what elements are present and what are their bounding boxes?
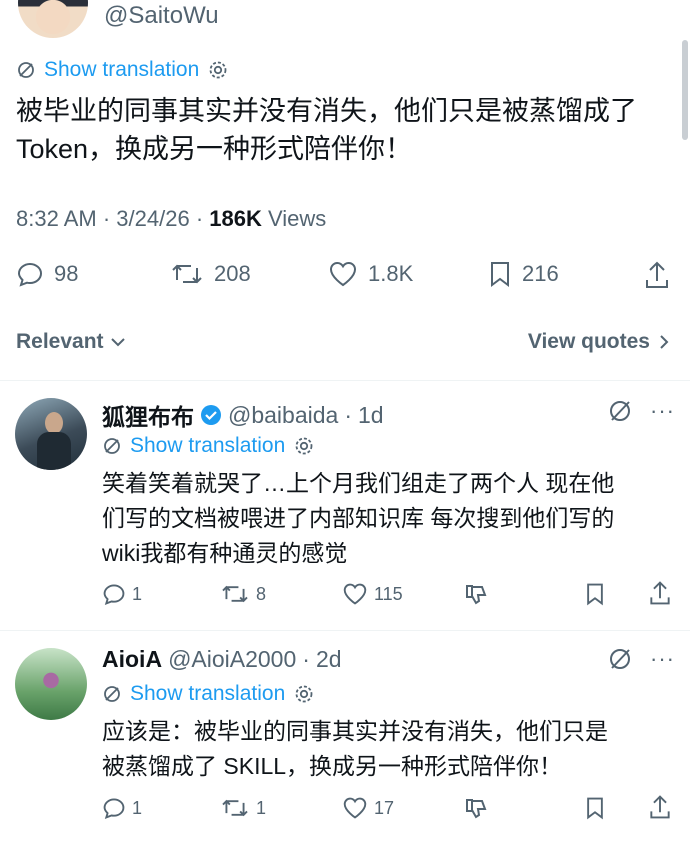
reply-button[interactable]: 1 xyxy=(102,796,142,820)
repost-button[interactable]: 208 xyxy=(170,260,251,288)
share-icon xyxy=(644,260,670,290)
reply-avatar[interactable] xyxy=(15,648,87,720)
heart-icon xyxy=(342,796,368,820)
view-quotes-link[interactable]: View quotes xyxy=(528,330,670,354)
like-count: 1.8K xyxy=(368,261,414,286)
bookmark-button[interactable]: 216 xyxy=(488,260,559,288)
repost-button[interactable]: 8 xyxy=(220,582,266,606)
share-icon xyxy=(648,580,672,606)
reply-age[interactable]: 2d xyxy=(316,646,342,673)
show-translation-label: Show translation xyxy=(44,58,200,81)
bookmark-count: 216 xyxy=(522,261,559,286)
reply-text: 笑着笑着就哭了…上个月我们组走了两个人 现在他 们写的文档被喂进了内部知识库 每… xyxy=(102,466,672,571)
reply-count: 1 xyxy=(132,797,143,818)
show-translation-label: Show translation xyxy=(130,434,286,457)
heart-icon xyxy=(328,260,358,288)
author-avatar[interactable] xyxy=(18,0,88,38)
gear-icon[interactable] xyxy=(293,435,315,457)
bookmark-button[interactable] xyxy=(584,796,606,820)
grok-translate-icon[interactable] xyxy=(606,646,634,672)
reply-button[interactable]: 98 xyxy=(16,260,78,288)
repost-icon xyxy=(220,796,250,820)
sort-label: Relevant xyxy=(16,330,104,353)
reply-button[interactable]: 1 xyxy=(102,582,142,606)
reply-header: AioiA @AioiA2000 · 2d xyxy=(102,646,342,673)
reply-icon xyxy=(102,582,126,606)
share-button[interactable] xyxy=(644,260,670,290)
views-label: Views xyxy=(268,206,327,231)
show-translation-link[interactable]: Show translation xyxy=(102,682,315,706)
reply-text-line: 被蒸馏成了 SKILL，换成另一种形式陪伴你！ xyxy=(102,753,563,779)
repost-button[interactable]: 1 xyxy=(220,796,266,820)
views-count: 186K xyxy=(209,206,262,231)
more-options-icon[interactable]: ··· xyxy=(650,646,675,672)
reply-header: 狐狸布布 @baibaida · 1d xyxy=(102,398,384,432)
like-button[interactable]: 115 xyxy=(342,582,403,606)
like-count: 17 xyxy=(374,797,395,818)
like-count: 115 xyxy=(374,583,403,604)
dislike-button[interactable] xyxy=(464,796,490,820)
bookmark-icon xyxy=(584,796,606,820)
verified-badge-icon xyxy=(200,404,222,426)
reply-author-handle[interactable]: @baibaida xyxy=(228,402,338,429)
bookmark-button[interactable] xyxy=(584,582,606,606)
reply-count: 1 xyxy=(132,583,143,604)
repost-count: 8 xyxy=(256,583,267,604)
repost-count: 1 xyxy=(256,797,267,818)
reply-text: 应该是：被毕业的同事其实并没有消失，他们只是 被蒸馏成了 SKILL，换成另一种… xyxy=(102,714,672,784)
post-text-line: 被毕业的同事其实并没有消失，他们只是被蒸馏成了 xyxy=(16,96,637,126)
author-handle[interactable]: @SaitoWu xyxy=(104,2,219,30)
show-translation-label: Show translation xyxy=(130,682,286,705)
thumbs-down-icon xyxy=(464,582,490,606)
repost-count: 208 xyxy=(214,261,251,286)
post-meta: 8:32 AM · 3/24/26 · 186K Views xyxy=(16,206,327,231)
more-options-icon[interactable]: ··· xyxy=(650,398,675,424)
reply-author-handle[interactable]: @AioiA2000 xyxy=(168,646,296,673)
divider xyxy=(0,380,690,381)
gear-icon[interactable] xyxy=(207,59,229,81)
translate-globe-icon xyxy=(16,60,36,80)
reply-text-line: 应该是：被毕业的同事其实并没有消失，他们只是 xyxy=(102,718,608,744)
show-translation-link[interactable]: Show translation xyxy=(16,58,229,82)
share-button[interactable] xyxy=(648,794,672,820)
repost-icon xyxy=(220,582,250,606)
bookmark-icon xyxy=(584,582,606,606)
reply-text-line: 笑着笑着就哭了…上个月我们组走了两个人 现在他 xyxy=(102,470,615,496)
translate-globe-icon xyxy=(102,684,122,704)
post-time[interactable]: 8:32 AM xyxy=(16,206,97,231)
like-button[interactable]: 1.8K xyxy=(328,260,413,288)
scrollbar[interactable] xyxy=(682,40,688,140)
reply-icon xyxy=(16,260,44,288)
bookmark-icon xyxy=(488,260,512,288)
share-button[interactable] xyxy=(648,580,672,606)
view-quotes-label: View quotes xyxy=(527,330,650,353)
reply-text-line: 们写的文档被喂进了内部知识库 每次搜到他们写的 xyxy=(102,505,615,531)
dislike-button[interactable] xyxy=(464,582,490,606)
reply-count: 98 xyxy=(54,261,79,286)
heart-icon xyxy=(342,582,368,606)
reply-text-line: wiki我都有种通灵的感觉 xyxy=(102,540,348,566)
translate-globe-icon xyxy=(102,436,122,456)
divider xyxy=(0,630,690,631)
thumbs-down-icon xyxy=(464,796,490,820)
post-text-line: Token，换成另一种形式陪伴你！ xyxy=(16,134,413,164)
reply-author-name[interactable]: AioiA xyxy=(102,646,162,673)
repost-icon xyxy=(170,260,204,288)
like-button[interactable]: 17 xyxy=(342,796,394,820)
grok-translate-icon[interactable] xyxy=(606,398,634,424)
reply-avatar[interactable] xyxy=(15,398,87,470)
sort-dropdown[interactable]: Relevant xyxy=(16,330,126,354)
post-date[interactable]: 3/24/26 xyxy=(116,206,189,231)
reply-age[interactable]: 1d xyxy=(358,402,384,429)
share-icon xyxy=(648,794,672,820)
gear-icon[interactable] xyxy=(293,683,315,705)
show-translation-link[interactable]: Show translation xyxy=(102,434,315,458)
chevron-right-icon xyxy=(658,334,670,350)
reply-icon xyxy=(102,796,126,820)
chevron-down-icon xyxy=(110,336,126,348)
post-text: 被毕业的同事其实并没有消失，他们只是被蒸馏成了 Token，换成另一种形式陪伴你… xyxy=(16,92,676,168)
reply-author-name[interactable]: 狐狸布布 xyxy=(102,398,194,432)
